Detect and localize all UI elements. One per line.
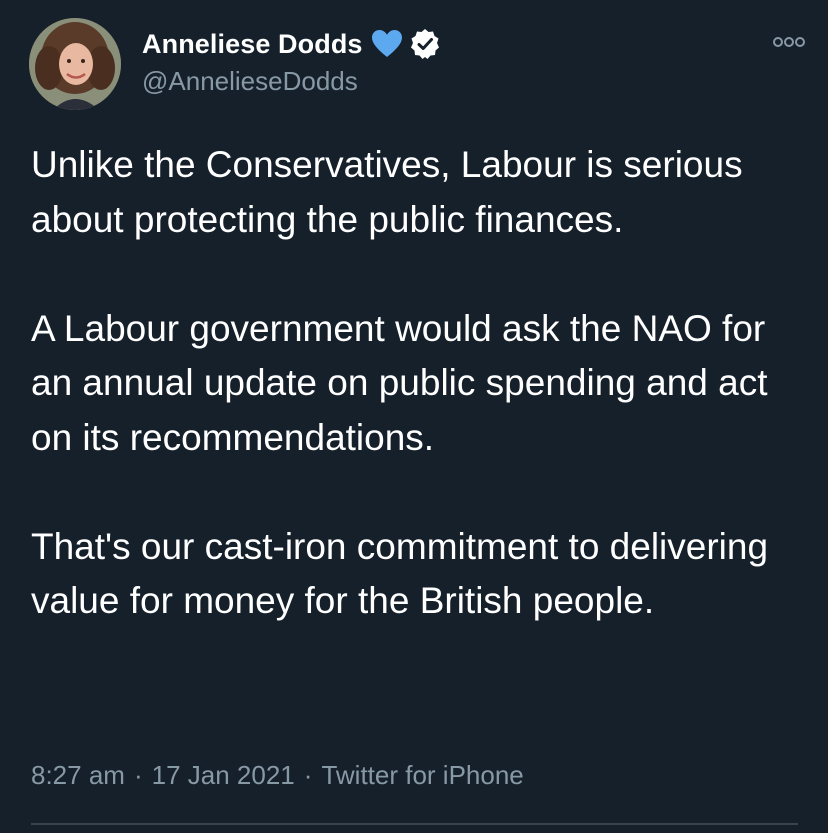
tweet-card: Anneliese Dodds @AnnelieseDodds Unlike t… xyxy=(0,0,828,833)
tweet-paragraph: A Labour government would ask the NAO fo… xyxy=(31,307,768,458)
blue-heart-icon xyxy=(371,29,403,59)
divider xyxy=(31,823,798,825)
name-row: Anneliese Dodds xyxy=(142,26,441,62)
tweet-source[interactable]: Twitter for iPhone xyxy=(321,760,523,791)
meta-separator: · xyxy=(303,760,313,790)
tweet-text: Unlike the Conservatives, Labour is seri… xyxy=(31,138,801,629)
tweet-paragraph: Unlike the Conservatives, Labour is seri… xyxy=(31,144,743,240)
handle[interactable]: @AnnelieseDodds xyxy=(142,66,441,97)
avatar[interactable] xyxy=(29,18,121,110)
more-options-icon[interactable] xyxy=(772,34,806,50)
author-info: Anneliese Dodds @AnnelieseDodds xyxy=(142,26,441,97)
tweet-meta: 8:27 am · 17 Jan 2021 · Twitter for iPho… xyxy=(31,760,524,791)
tweet-time[interactable]: 8:27 am xyxy=(31,760,125,791)
tweet-paragraph: That's our cast-iron commitment to deliv… xyxy=(31,525,769,622)
display-name[interactable]: Anneliese Dodds xyxy=(142,29,363,60)
verified-badge-icon xyxy=(409,28,441,60)
meta-separator: · xyxy=(133,760,143,790)
tweet-date[interactable]: 17 Jan 2021 xyxy=(152,760,295,791)
